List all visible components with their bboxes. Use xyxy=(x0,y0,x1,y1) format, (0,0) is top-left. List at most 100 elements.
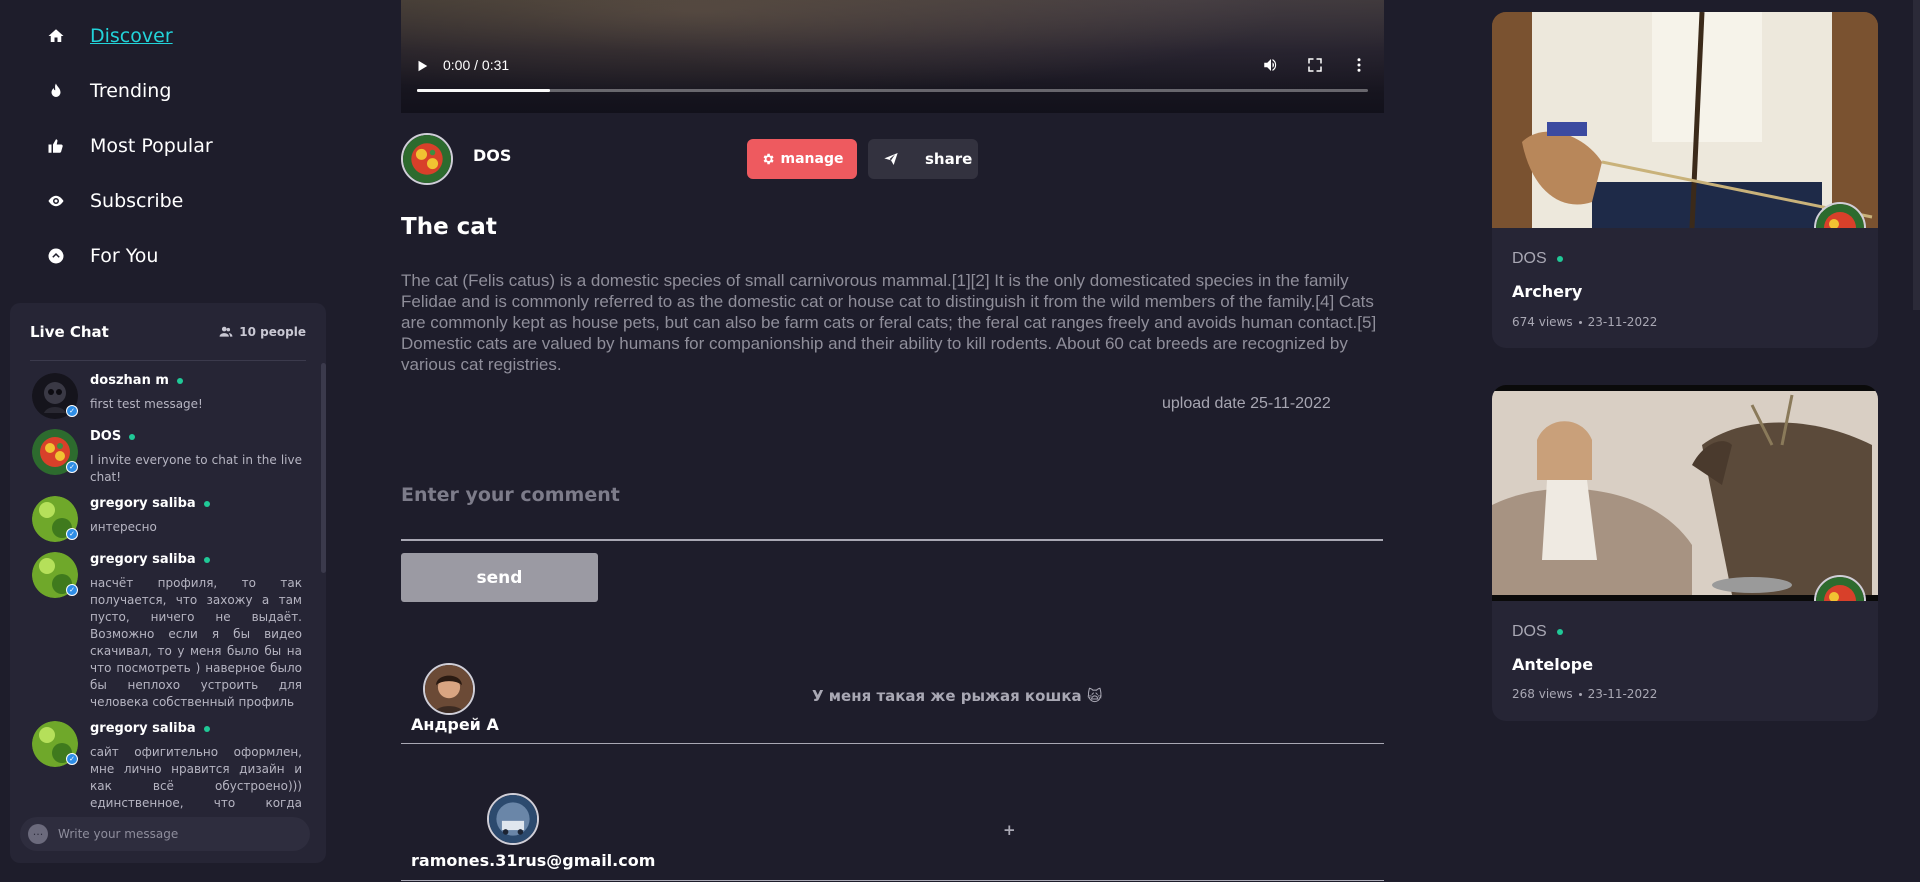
chevron-up-circle-icon xyxy=(44,244,68,268)
comment-text: У меня такая же рыжая кошка 🙀 xyxy=(812,687,1103,705)
message-text: сайт офигительно оформлен, мне лично нра… xyxy=(90,745,302,810)
chat-message: ✓ gregory saliba сайт офигительно оформл… xyxy=(10,711,326,813)
fullscreen-icon[interactable] xyxy=(1306,56,1324,74)
home-icon xyxy=(44,24,68,48)
eye-icon xyxy=(44,189,68,213)
more-options-icon[interactable] xyxy=(1350,56,1368,74)
page-scrollbar[interactable] xyxy=(1913,0,1920,310)
message-author[interactable]: gregory saliba xyxy=(90,552,302,567)
online-dot xyxy=(1556,256,1563,262)
recommended-video-card[interactable]: ✓ DOS Antelope 268 views23-11-2022 xyxy=(1492,385,1878,721)
channel-avatar[interactable] xyxy=(401,133,453,185)
chat-message: ✓ gregory saliba насчёт профиля, то так … xyxy=(10,542,326,711)
nav-item-discover[interactable]: Discover xyxy=(44,8,213,63)
avatar[interactable] xyxy=(423,663,475,715)
verified-icon: ✓ xyxy=(66,461,78,473)
video-title: The cat xyxy=(401,214,497,240)
chat-header: Live Chat 10 people xyxy=(30,303,306,361)
avatar[interactable]: ✓ xyxy=(32,496,78,542)
verified-icon: ✓ xyxy=(66,405,78,417)
video-thumbnail[interactable]: ✓ xyxy=(1492,12,1878,228)
video-progress-bar[interactable] xyxy=(417,89,1368,92)
message-author[interactable]: doszhan m xyxy=(90,373,302,388)
card-meta: 674 views 23-11-2022 xyxy=(1512,315,1658,329)
volume-icon[interactable] xyxy=(1262,56,1280,74)
chat-people-count: 10 people xyxy=(219,325,306,339)
channel-name[interactable]: DOS xyxy=(473,146,511,165)
chat-message: ✓ doszhan m first test message! xyxy=(10,363,326,419)
verified-icon: ✓ xyxy=(66,528,78,540)
verified-icon: ✓ xyxy=(66,584,78,596)
comment-item: ramones.31rus@gmail.com + xyxy=(401,793,1384,881)
avatar[interactable]: ✓ xyxy=(32,552,78,598)
verified-icon: ✓ xyxy=(66,753,78,765)
comment-text: + xyxy=(1003,821,1016,839)
chat-message-input[interactable] xyxy=(58,827,288,841)
thumbs-up-icon xyxy=(44,134,68,158)
nav-label: Most Popular xyxy=(90,134,213,157)
online-dot xyxy=(203,725,210,732)
chat-scrollbar[interactable] xyxy=(321,363,326,573)
comment-item: Андрей А У меня такая же рыжая кошка 🙀 xyxy=(401,660,1384,744)
comment-author[interactable]: ramones.31rus@gmail.com xyxy=(411,851,655,870)
nav-item-for-you[interactable]: For You xyxy=(44,228,213,283)
message-author[interactable]: DOS xyxy=(90,429,302,444)
sidebar: Discover Trending Most Popular Subscribe… xyxy=(0,0,330,882)
share-button[interactable]: share xyxy=(868,139,978,179)
card-title[interactable]: Archery xyxy=(1512,282,1582,301)
avatar[interactable] xyxy=(487,793,539,845)
chat-message: ✓ gregory saliba интересно xyxy=(10,486,326,542)
comment-box xyxy=(401,470,1383,541)
video-section: 0:00 / 0:31 xyxy=(401,0,1384,113)
online-dot xyxy=(176,377,183,384)
message-text: first test message! xyxy=(90,397,203,411)
online-dot xyxy=(203,556,210,563)
online-dot xyxy=(129,433,136,440)
manage-button[interactable]: manage xyxy=(747,139,857,179)
nav-label: For You xyxy=(90,244,159,267)
nav-label: Discover xyxy=(90,24,173,47)
chat-message: ✓ DOS I invite everyone to chat in the l… xyxy=(10,419,326,486)
avatar[interactable]: ✓ xyxy=(32,373,78,419)
card-title[interactable]: Antelope xyxy=(1512,655,1593,674)
chat-messages[interactable]: ✓ doszhan m first test message! ✓ DOS I … xyxy=(10,363,326,813)
online-dot xyxy=(203,500,210,507)
play-icon xyxy=(418,60,428,72)
nav-item-subscribe[interactable]: Subscribe xyxy=(44,173,213,228)
card-channel[interactable]: DOS xyxy=(1512,623,1563,641)
message-author[interactable]: gregory saliba xyxy=(90,721,302,736)
message-author[interactable]: gregory saliba xyxy=(90,496,302,511)
people-icon xyxy=(219,326,233,337)
video-controls: 0:00 / 0:31 xyxy=(401,50,1384,80)
card-meta: 268 views 23-11-2022 xyxy=(1512,687,1658,701)
recommended-video-card[interactable]: ✓ DOS Archery 674 views23-11-2022 xyxy=(1492,12,1878,348)
message-text: интересно xyxy=(90,520,157,534)
video-time: 0:00 / 0:31 xyxy=(443,57,510,73)
chat-input-wrap: ··· xyxy=(20,817,310,851)
video-player[interactable]: 0:00 / 0:31 xyxy=(401,0,1384,113)
live-chat: Live Chat 10 people ✓ doszhan m first te… xyxy=(10,303,326,863)
message-text: насчёт профиля, то так получается, что з… xyxy=(90,576,302,709)
nav-label: Subscribe xyxy=(90,189,184,212)
chat-title: Live Chat xyxy=(30,322,109,341)
card-channel[interactable]: DOS xyxy=(1512,250,1563,268)
avatar[interactable]: ✓ xyxy=(32,721,78,767)
video-progress-fill xyxy=(417,89,551,92)
send-comment-button[interactable]: send xyxy=(401,553,598,602)
send-plane-icon xyxy=(884,153,898,165)
emoji-icon[interactable]: ··· xyxy=(28,824,48,844)
gear-icon xyxy=(763,153,774,165)
comment-author[interactable]: Андрей А xyxy=(411,715,499,734)
play-button[interactable] xyxy=(415,58,429,72)
message-text: I invite everyone to chat in the live ch… xyxy=(90,453,302,484)
video-thumbnail[interactable]: ✓ xyxy=(1492,385,1878,601)
nav-item-most-popular[interactable]: Most Popular xyxy=(44,118,213,173)
online-dot xyxy=(1556,629,1563,635)
main-nav: Discover Trending Most Popular Subscribe… xyxy=(44,8,213,283)
avatar[interactable]: ✓ xyxy=(32,429,78,475)
flame-icon xyxy=(44,79,68,103)
nav-item-trending[interactable]: Trending xyxy=(44,63,213,118)
nav-label: Trending xyxy=(90,79,172,102)
comment-input[interactable] xyxy=(401,470,1383,539)
video-description: The cat (Felis catus) is a domestic spec… xyxy=(401,271,1377,374)
